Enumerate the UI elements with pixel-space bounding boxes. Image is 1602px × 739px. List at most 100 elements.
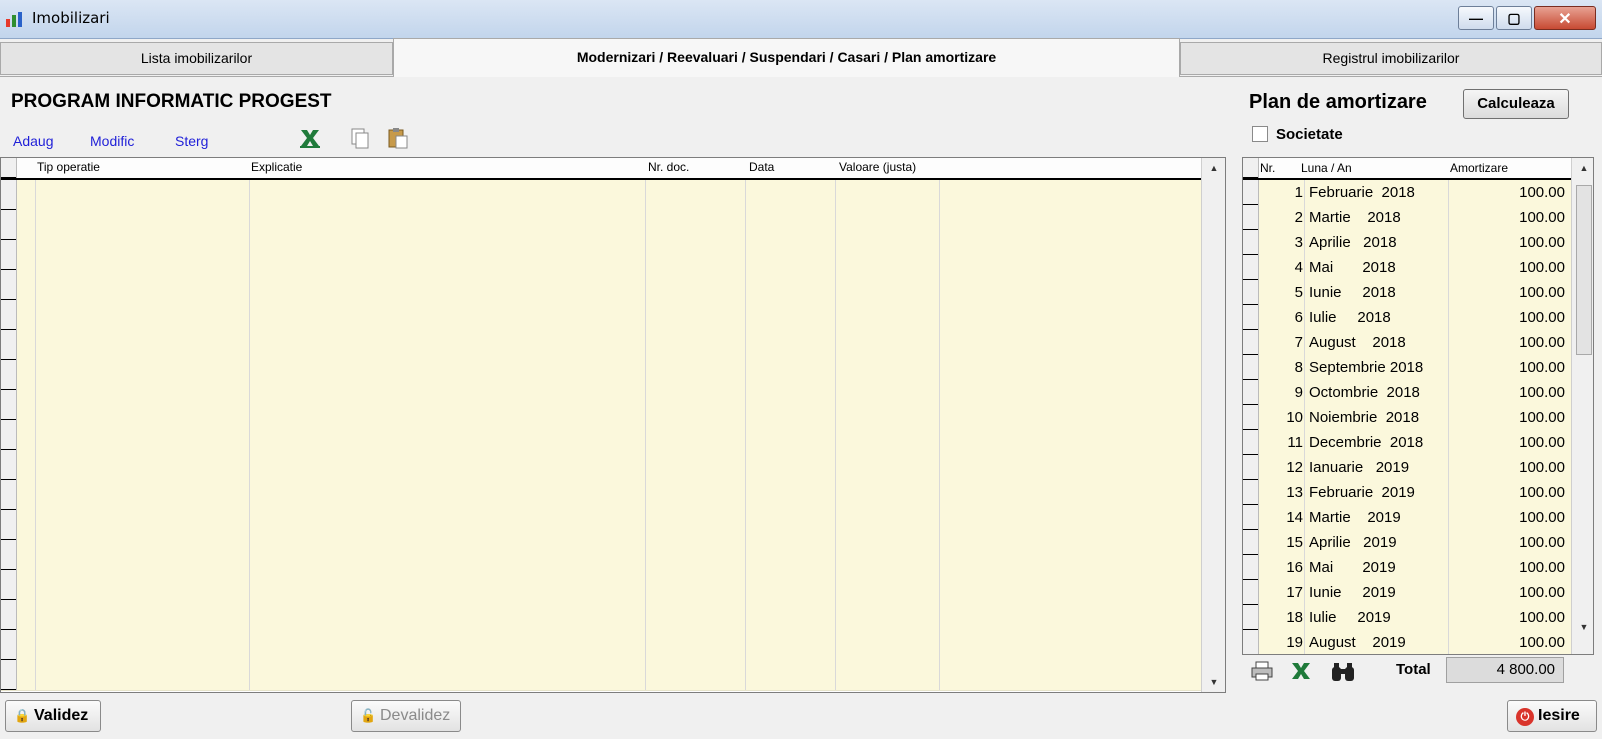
tab-lista-imobilizarilor[interactable]: Lista imobilizarilor	[0, 42, 393, 75]
row-selector[interactable]	[1243, 605, 1259, 630]
table-row[interactable]: 8 Septembrie 2018 100.00	[1243, 355, 1571, 381]
operations-grid[interactable]: Tip operatie Explicatie Nr. doc. Data Va…	[0, 157, 1226, 693]
delete-link[interactable]: Sterg	[175, 133, 208, 149]
row-selector[interactable]	[1243, 630, 1259, 654]
row-selector[interactable]	[1, 540, 17, 570]
copy-icon[interactable]	[348, 126, 372, 150]
maximize-button[interactable]: ▢	[1496, 6, 1532, 30]
table-row[interactable]	[1, 270, 1201, 301]
table-row[interactable]	[1, 660, 1201, 691]
column-valoare[interactable]: Valoare (justa)	[839, 160, 916, 174]
scrollbar-thumb[interactable]	[1576, 185, 1592, 355]
table-row[interactable]: 18 Iulie 2019 100.00	[1243, 605, 1571, 631]
depreciation-grid-scrollbar[interactable]: ▲ ▼	[1571, 158, 1593, 654]
table-row[interactable]: 9 Octombrie 2018 100.00	[1243, 380, 1571, 406]
row-selector[interactable]	[1, 570, 17, 600]
row-selector[interactable]	[1, 510, 17, 540]
column-data[interactable]: Data	[749, 160, 774, 174]
row-selector[interactable]	[1243, 480, 1259, 505]
scroll-up-icon[interactable]: ▲	[1202, 163, 1225, 173]
row-selector[interactable]	[1, 270, 17, 300]
table-row[interactable]	[1, 420, 1201, 451]
row-selector[interactable]	[1, 600, 17, 630]
tab-registrul-imobilizarilor[interactable]: Registrul imobilizarilor	[1180, 42, 1602, 75]
row-selector[interactable]	[1, 360, 17, 390]
column-luna-an[interactable]: Luna / An	[1301, 161, 1352, 175]
table-row[interactable]: 3 Aprilie 2018 100.00	[1243, 230, 1571, 256]
table-row[interactable]	[1, 180, 1201, 211]
close-button[interactable]: ✕	[1534, 6, 1596, 30]
row-selector[interactable]	[1, 630, 17, 660]
column-amortizare[interactable]: Amortizare	[1450, 161, 1508, 175]
minimize-button[interactable]: —	[1458, 6, 1494, 30]
table-row[interactable]: 12 Ianuarie 2019 100.00	[1243, 455, 1571, 481]
row-selector[interactable]	[1243, 455, 1259, 480]
table-row[interactable]	[1, 540, 1201, 571]
table-row[interactable]: 19 August 2019 100.00	[1243, 630, 1571, 654]
validate-button[interactable]: 🔒 Validez	[5, 700, 101, 732]
row-selector[interactable]	[1243, 580, 1259, 605]
row-selector[interactable]	[1, 210, 17, 240]
operations-grid-scrollbar[interactable]: ▲ ▼	[1201, 158, 1225, 692]
scroll-down-icon[interactable]: ▼	[1572, 622, 1593, 632]
invalidate-button[interactable]: 🔓 Devalidez	[351, 700, 461, 732]
excel-icon[interactable]	[1288, 659, 1314, 683]
row-selector[interactable]	[1243, 205, 1259, 230]
row-selector[interactable]	[1243, 255, 1259, 280]
table-row[interactable]	[1, 600, 1201, 631]
depreciation-grid[interactable]: Nr. Luna / An Amortizare 1 Februarie 2018…	[1242, 157, 1594, 655]
scroll-down-icon[interactable]: ▼	[1202, 677, 1225, 687]
row-selector[interactable]	[1243, 505, 1259, 530]
table-row[interactable]: 1 Februarie 2018 100.00	[1243, 180, 1571, 206]
table-row[interactable]	[1, 450, 1201, 481]
column-tip-operatie[interactable]: Tip operatie	[37, 160, 100, 174]
table-row[interactable]	[1, 510, 1201, 541]
table-row[interactable]	[1, 630, 1201, 661]
row-selector[interactable]	[1243, 180, 1259, 205]
row-selector[interactable]	[1, 330, 17, 360]
table-row[interactable]: 13 Februarie 2019 100.00	[1243, 480, 1571, 506]
row-selector[interactable]	[1243, 530, 1259, 555]
tab-modernizari[interactable]: Modernizari / Reevaluari / Suspendari / …	[393, 38, 1180, 77]
table-row[interactable]	[1, 360, 1201, 391]
row-selector[interactable]	[1243, 555, 1259, 580]
table-row[interactable]: 10 Noiembrie 2018 100.00	[1243, 405, 1571, 431]
table-row[interactable]: 14 Martie 2019 100.00	[1243, 505, 1571, 531]
table-row[interactable]: 4 Mai 2018 100.00	[1243, 255, 1571, 281]
paste-icon[interactable]	[386, 126, 410, 150]
table-row[interactable]	[1, 390, 1201, 421]
table-row[interactable]: 17 Iunie 2019 100.00	[1243, 580, 1571, 606]
table-row[interactable]	[1, 300, 1201, 331]
row-selector[interactable]	[1243, 405, 1259, 430]
row-selector[interactable]	[1243, 430, 1259, 455]
add-link[interactable]: Adaug	[13, 133, 53, 149]
row-selector[interactable]	[1, 180, 17, 210]
row-selector[interactable]	[1243, 330, 1259, 355]
print-icon[interactable]	[1250, 660, 1274, 682]
table-row[interactable]: 5 Iunie 2018 100.00	[1243, 280, 1571, 306]
table-row[interactable]	[1, 210, 1201, 241]
excel-icon[interactable]	[298, 126, 322, 150]
row-selector[interactable]	[1, 660, 17, 690]
table-row[interactable]: 16 Mai 2019 100.00	[1243, 555, 1571, 581]
table-row[interactable]	[1, 570, 1201, 601]
table-row[interactable]: 6 Iulie 2018 100.00	[1243, 305, 1571, 331]
row-selector[interactable]	[1243, 355, 1259, 380]
table-row[interactable]: 15 Aprilie 2019 100.00	[1243, 530, 1571, 556]
edit-link[interactable]: Modific	[90, 133, 134, 149]
scroll-up-icon[interactable]: ▲	[1572, 163, 1593, 173]
table-row[interactable]: 2 Martie 2018 100.00	[1243, 205, 1571, 231]
binoculars-icon[interactable]	[1330, 661, 1356, 683]
row-selector[interactable]	[1243, 230, 1259, 255]
calculate-button[interactable]: Calculeaza	[1463, 89, 1569, 119]
table-row[interactable]	[1, 480, 1201, 511]
column-nr[interactable]: Nr.	[1260, 161, 1275, 175]
table-row[interactable]	[1, 240, 1201, 271]
row-selector[interactable]	[1243, 305, 1259, 330]
row-selector[interactable]	[1243, 280, 1259, 305]
table-row[interactable]: 7 August 2018 100.00	[1243, 330, 1571, 356]
row-selector[interactable]	[1, 390, 17, 420]
table-row[interactable]: 11 Decembrie 2018 100.00	[1243, 430, 1571, 456]
row-selector[interactable]	[1, 240, 17, 270]
row-selector[interactable]	[1, 420, 17, 450]
